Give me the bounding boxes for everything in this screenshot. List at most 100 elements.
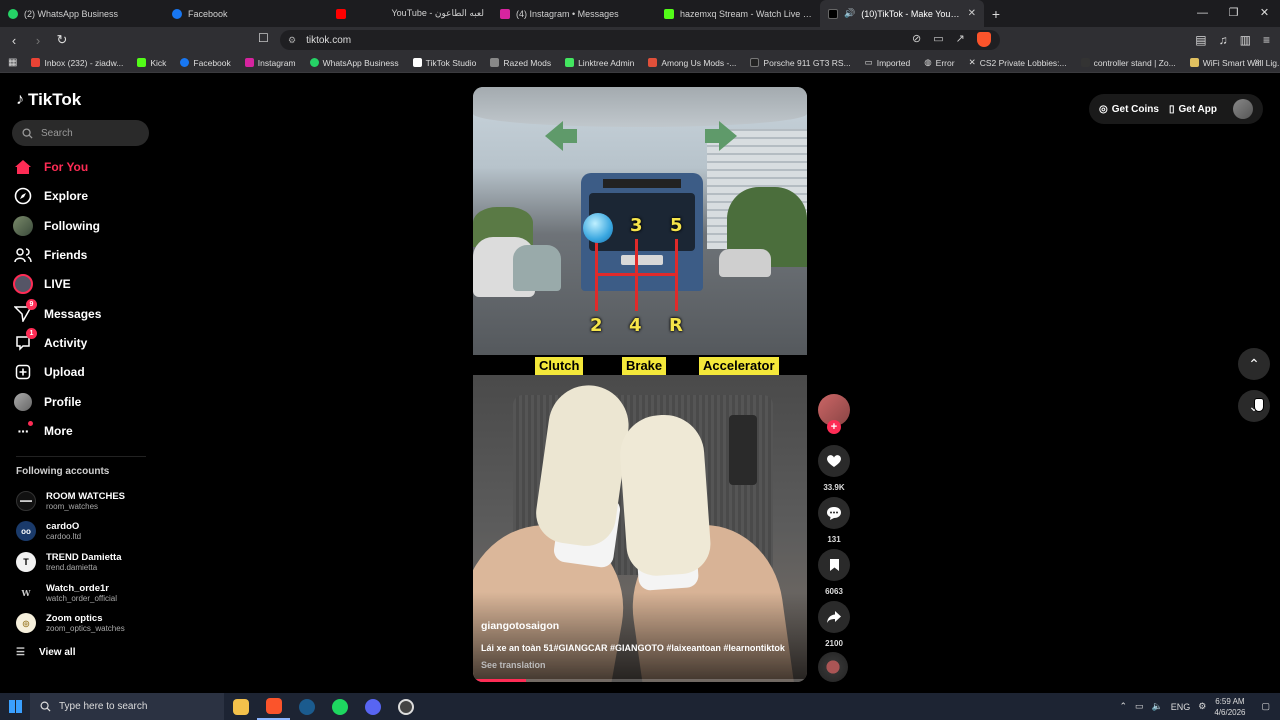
nav-following[interactable]: Following	[12, 214, 100, 238]
nav-for-you[interactable]: For You	[12, 155, 88, 179]
new-tab-button[interactable]: +	[984, 6, 1008, 22]
notification-icon[interactable]: ▢	[1261, 701, 1270, 712]
bookmark-linktree[interactable]: Linktree Admin	[565, 58, 634, 68]
bookmark-among-us[interactable]: Among Us Mods -...	[648, 58, 736, 68]
bookmark-tiktok-studio[interactable]: TikTok Studio	[412, 58, 476, 68]
account-zoom-optics[interactable]: ◎ Zoom optics zoom_optics_watches	[16, 609, 125, 637]
get-coins-button[interactable]: ◎ Get Coins	[1099, 104, 1159, 115]
tab-instagram[interactable]: (4) Instagram • Messages	[492, 0, 656, 27]
taskbar-app[interactable]	[389, 693, 422, 720]
music-disc-icon[interactable]	[818, 652, 848, 682]
menu-icon[interactable]: ≡	[1263, 33, 1270, 47]
site-settings-icon[interactable]: ⚙	[288, 35, 296, 46]
kick-icon	[664, 8, 674, 19]
bookmark-imported[interactable]: ▭ Imported	[865, 57, 911, 68]
more-bookmarks-icon[interactable]: »	[1254, 56, 1260, 67]
settings-icon[interactable]: ⚙	[1198, 701, 1206, 712]
media-icon[interactable]: ♫	[1219, 33, 1228, 47]
tab-kick[interactable]: hazemxq Stream - Watch Live on Kick	[656, 0, 820, 27]
nav-explore[interactable]: Explore	[12, 184, 88, 208]
like-action[interactable]: 33.9K	[818, 445, 850, 492]
taskbar-brave[interactable]	[257, 693, 290, 720]
bookmark-porsche[interactable]: Porsche 911 GT3 RS...	[750, 58, 851, 68]
nav-more[interactable]: ··· More	[12, 419, 73, 443]
video-player[interactable]: 3 5 2 4 R Clutch Brake Accelerator giang…	[473, 87, 807, 682]
follow-plus-icon[interactable]: +	[827, 420, 841, 434]
following-avatar-icon	[12, 215, 34, 237]
previous-video-button[interactable]: ⌃	[1238, 348, 1270, 380]
user-avatar[interactable]	[1233, 99, 1253, 119]
chevron-up-icon[interactable]: ⌃	[1119, 701, 1127, 712]
language-indicator[interactable]: ENG	[1171, 702, 1191, 712]
wallet-icon[interactable]: ▤	[1195, 33, 1206, 47]
nav-upload[interactable]: Upload	[12, 360, 85, 384]
nav-profile[interactable]: Profile	[12, 390, 81, 414]
minimize-icon[interactable]: —	[1187, 0, 1218, 27]
nav-friends[interactable]: Friends	[12, 243, 87, 267]
taskbar-discord[interactable]	[356, 693, 389, 720]
reload-icon[interactable]: ↻	[52, 32, 72, 48]
taskbar-file-explorer[interactable]	[224, 693, 257, 720]
bookmark-facebook[interactable]: Facebook	[180, 58, 231, 68]
video-progress-bar[interactable]	[473, 679, 807, 682]
bookmark-cs2[interactable]: ✕ CS2 Private Lobbies:...	[969, 57, 1067, 68]
url-text[interactable]: tiktok.com	[306, 35, 351, 46]
taskbar-search[interactable]: Type here to search	[30, 693, 224, 720]
forward-icon[interactable]: ›	[28, 33, 48, 48]
bookmark-kick[interactable]: Kick	[137, 58, 166, 68]
tiktok-logo[interactable]: ♪ TikTok	[16, 90, 81, 110]
bookmark-whatsapp[interactable]: WhatsApp Business	[309, 58, 399, 68]
sidebar-toggle-icon[interactable]: ▥	[1240, 33, 1251, 47]
heart-icon[interactable]	[818, 445, 850, 477]
back-icon[interactable]: ‹	[4, 33, 24, 48]
get-app-button[interactable]: ▯ Get App	[1169, 104, 1217, 115]
tab-whatsapp[interactable]: (2) WhatsApp Business	[0, 0, 164, 27]
tab-facebook[interactable]: Facebook	[164, 0, 328, 27]
taskbar-spotify[interactable]	[323, 693, 356, 720]
tab-youtube[interactable]: YouTube - لعبه الطاعون	[328, 0, 492, 27]
comment-action[interactable]: 131	[818, 497, 850, 544]
tracking-off-icon[interactable]: ⊘	[912, 32, 921, 47]
bookmark-icon[interactable]: ☐	[258, 31, 269, 45]
see-translation-link[interactable]: See translation	[481, 660, 546, 670]
close-window-icon[interactable]: ✕	[1249, 0, 1280, 27]
restore-icon[interactable]: ❐	[1218, 0, 1249, 27]
nav-messages[interactable]: 9 Messages	[12, 299, 101, 326]
clock[interactable]: 6:59 AM 4/6/2026	[1214, 696, 1245, 718]
bookmark-error[interactable]: ◍ Error	[924, 57, 954, 68]
bookmark-razed-mods[interactable]: Razed Mods	[490, 58, 551, 68]
url-field[interactable]: ⚙ tiktok.com	[280, 30, 1000, 50]
account-watch-order[interactable]: W Watch_orde1r watch_order_official	[16, 579, 117, 607]
account-trend-damietta[interactable]: T TREND Damietta trend.damietta	[16, 548, 122, 576]
video-author[interactable]: giangotosaigon	[481, 620, 559, 632]
bookmark-instagram[interactable]: Instagram	[244, 58, 296, 68]
wifi-light-icon	[1189, 58, 1199, 67]
brave-shield-icon[interactable]	[976, 32, 991, 47]
share-action[interactable]: 2100	[818, 601, 850, 648]
share-icon[interactable]: ↗	[956, 32, 965, 47]
search-input[interactable]: Search	[12, 120, 149, 146]
nav-live[interactable]: LIVE	[12, 272, 71, 296]
bookmark-controller-stand[interactable]: controller stand | Zo...	[1080, 58, 1176, 68]
share-arrow-icon[interactable]	[818, 601, 850, 633]
bookmark-gmail[interactable]: Inbox (232) - ziadw...	[31, 58, 123, 68]
start-button[interactable]	[0, 693, 30, 720]
cast-icon[interactable]: ▭	[933, 32, 943, 47]
home-icon	[12, 156, 34, 178]
nav-activity[interactable]: 1 Activity	[12, 328, 87, 355]
tab-tiktok[interactable]: 🔊 (10)TikTok - Make Your Day ✕	[820, 0, 984, 27]
comment-icon[interactable]	[818, 497, 850, 529]
close-tab-icon[interactable]: ✕	[968, 8, 976, 19]
bookmark-wifi-light[interactable]: WiFi Smart Wall Lig...	[1189, 58, 1280, 68]
view-all-link[interactable]: ☰ View all	[16, 647, 75, 658]
taskbar-steam[interactable]	[290, 693, 323, 720]
network-icon[interactable]: ▭	[1135, 701, 1144, 712]
volume-icon[interactable]: 🔈	[1152, 701, 1163, 712]
apps-grid-icon[interactable]: ▦	[8, 57, 17, 68]
account-cardoo[interactable]: oo cardoO cardoo.ltd	[16, 517, 81, 545]
bookmark-icon[interactable]	[818, 549, 850, 581]
search-icon	[22, 127, 33, 139]
save-action[interactable]: 6063	[818, 549, 850, 596]
pedal	[729, 415, 757, 485]
account-room-watches[interactable]: ▬▬ ROOM WATCHES room_watches	[16, 487, 125, 515]
